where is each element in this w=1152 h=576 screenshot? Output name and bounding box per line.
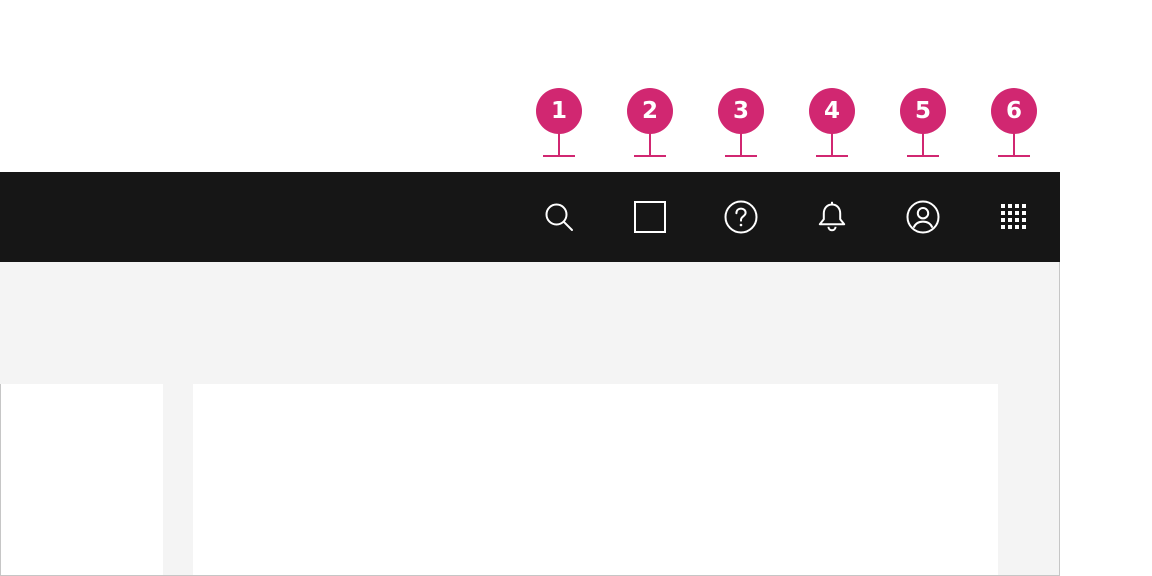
callout-foot xyxy=(725,155,757,157)
header-bar xyxy=(0,172,1060,262)
bell-icon xyxy=(818,201,846,232)
callout-foot xyxy=(543,155,575,157)
notifications-button[interactable] xyxy=(808,172,856,262)
callout-foot xyxy=(816,155,848,157)
callout-number: 2 xyxy=(627,88,673,134)
callout-marker-4: 4 xyxy=(808,88,856,160)
callout-marker-6: 6 xyxy=(990,88,1038,160)
user-profile-button[interactable] xyxy=(899,172,947,262)
side-panel xyxy=(0,384,163,575)
callout-foot xyxy=(998,155,1030,157)
callout-stem xyxy=(649,132,651,156)
callout-marker-5: 5 xyxy=(899,88,947,160)
main-panel xyxy=(193,384,998,575)
stage: 1 2 3 4 5 6 xyxy=(0,0,1152,576)
callout-number: 6 xyxy=(991,88,1037,134)
app-switcher-icon xyxy=(1001,204,1026,229)
help-button[interactable] xyxy=(717,172,765,262)
square-button[interactable] xyxy=(626,172,674,262)
callout-foot xyxy=(907,155,939,157)
square-icon xyxy=(634,201,666,233)
callout-marker-1: 1 xyxy=(535,88,583,160)
callout-number: 3 xyxy=(718,88,764,134)
search-icon xyxy=(545,203,573,231)
callout-number: 1 xyxy=(536,88,582,134)
callout-foot xyxy=(634,155,666,157)
callout-stem xyxy=(1013,132,1015,156)
callout-marker-2: 2 xyxy=(626,88,674,160)
callout-stem xyxy=(922,132,924,156)
callout-marker-3: 3 xyxy=(717,88,765,160)
app-switcher-button[interactable] xyxy=(990,172,1038,262)
callout-stem xyxy=(558,132,560,156)
user-avatar-icon xyxy=(906,200,940,234)
content-area xyxy=(0,262,1060,576)
callout-number: 4 xyxy=(809,88,855,134)
search-button[interactable] xyxy=(535,172,583,262)
callout-stem xyxy=(740,132,742,156)
help-icon xyxy=(724,200,758,234)
callout-stem xyxy=(831,132,833,156)
callout-number: 5 xyxy=(900,88,946,134)
